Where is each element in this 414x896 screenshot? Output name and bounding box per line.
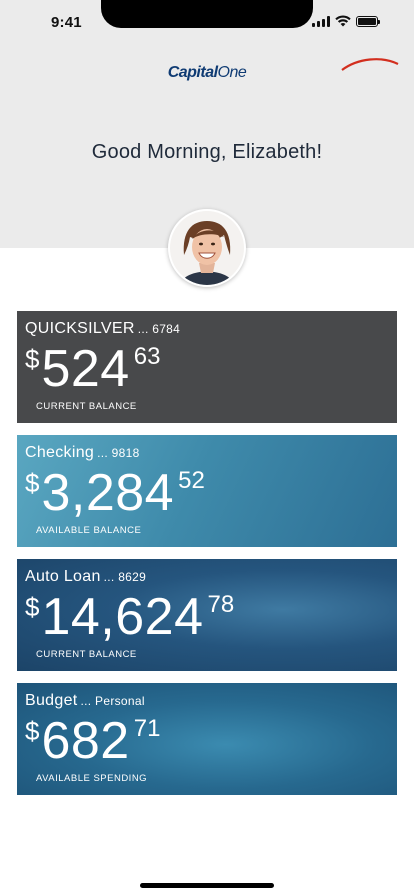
user-photo (170, 211, 244, 285)
currency-symbol: $ (25, 716, 40, 746)
balance-cents: 52 (178, 467, 205, 494)
account-card-auto-loan[interactable]: Auto Loan... 8629 $ 14,624 78 CURRENT BA… (17, 559, 397, 671)
status-icons (312, 15, 380, 27)
account-card-checking[interactable]: Checking... 9818 $ 3,284 52 AVAILABLE BA… (17, 435, 397, 547)
balance-whole: 14,624 (41, 588, 204, 646)
balance-cents: 78 (207, 591, 235, 618)
account-name: Budget (25, 692, 78, 709)
account-title: Budget... Personal (25, 692, 145, 710)
device-notch (101, 0, 313, 28)
app-screen: 9:41 CapitalOne Good Morning, Elizabeth! (0, 0, 414, 896)
account-name: Checking (25, 444, 95, 461)
account-card-budget[interactable]: Budget... Personal $ 682 71 AVAILABLE SP… (17, 683, 397, 795)
currency-symbol: $ (25, 592, 40, 622)
account-balance: $ 14,624 78 (25, 589, 234, 645)
balance-whole: 682 (41, 712, 130, 770)
account-number: ... 8629 (103, 570, 147, 584)
account-title: Auto Loan... 8629 (25, 568, 146, 586)
currency-symbol: $ (25, 468, 40, 498)
wifi-icon (335, 15, 351, 27)
logo-text-capital: Capital (167, 64, 218, 81)
capital-one-logo: CapitalOne (0, 58, 414, 82)
balance-label: AVAILABLE BALANCE (36, 525, 142, 536)
logo-text-one: One (217, 64, 247, 81)
home-indicator[interactable] (140, 883, 274, 888)
logo-swoosh-icon (341, 58, 399, 71)
balance-label: CURRENT BALANCE (36, 401, 137, 412)
account-title: QUICKSILVER... 6784 (25, 320, 180, 338)
balance-whole: 524 (41, 340, 130, 398)
balance-label: CURRENT BALANCE (36, 649, 137, 660)
balance-label: AVAILABLE SPENDING (36, 773, 148, 784)
account-number: ... 9818 (97, 446, 140, 460)
greeting-text: Good Morning, Elizabeth! (91, 141, 323, 163)
account-balance: $ 3,284 52 (25, 465, 205, 521)
account-card-quicksilver[interactable]: QUICKSILVER... 6784 $ 524 63 CURRENT BAL… (17, 311, 397, 423)
account-title: Checking... 9818 (25, 444, 140, 462)
account-name: Auto Loan (25, 568, 101, 585)
account-name: QUICKSILVER (25, 320, 135, 337)
account-number: ... 6784 (137, 322, 181, 336)
account-balance: $ 682 71 (25, 713, 160, 769)
balance-cents: 71 (133, 715, 161, 742)
balance-whole: 3,284 (41, 464, 175, 522)
cellular-signal-icon (312, 15, 330, 27)
account-number: ... Personal (80, 694, 145, 708)
profile-avatar[interactable] (168, 209, 246, 287)
account-balance: $ 524 63 (25, 341, 160, 397)
currency-symbol: $ (25, 344, 40, 374)
balance-cents: 63 (133, 343, 161, 370)
status-time: 9:41 (51, 14, 82, 31)
battery-icon (356, 15, 380, 27)
